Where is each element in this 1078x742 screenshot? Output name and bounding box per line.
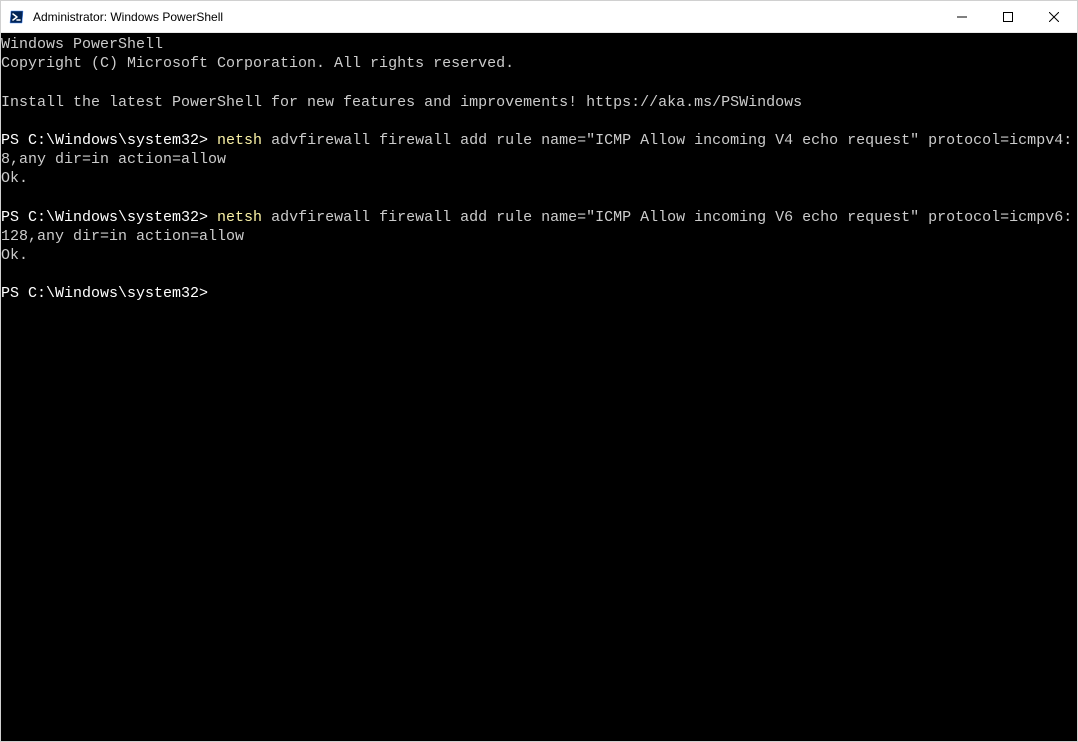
- command-highlight: netsh: [217, 132, 262, 149]
- window: Administrator: Windows PowerShell Window…: [0, 0, 1078, 742]
- powershell-icon: [9, 9, 25, 25]
- command-highlight: netsh: [217, 209, 262, 226]
- terminal-area[interactable]: Windows PowerShell Copyright (C) Microso…: [1, 33, 1077, 741]
- close-icon: [1049, 12, 1059, 22]
- prompt: PS C:\Windows\system32>: [1, 132, 217, 149]
- minimize-icon: [957, 12, 967, 22]
- window-title: Administrator: Windows PowerShell: [33, 10, 939, 24]
- minimize-button[interactable]: [939, 1, 985, 32]
- titlebar[interactable]: Administrator: Windows PowerShell: [1, 1, 1077, 33]
- window-controls: [939, 1, 1077, 32]
- terminal-line: Copyright (C) Microsoft Corporation. All…: [1, 55, 514, 72]
- maximize-icon: [1003, 12, 1013, 22]
- prompt: PS C:\Windows\system32>: [1, 209, 217, 226]
- terminal-line: Windows PowerShell: [1, 36, 163, 53]
- prompt: PS C:\Windows\system32>: [1, 285, 208, 302]
- maximize-button[interactable]: [985, 1, 1031, 32]
- close-button[interactable]: [1031, 1, 1077, 32]
- terminal-line: Ok.: [1, 247, 28, 264]
- terminal-line: Ok.: [1, 170, 28, 187]
- terminal-line: Install the latest PowerShell for new fe…: [1, 94, 802, 111]
